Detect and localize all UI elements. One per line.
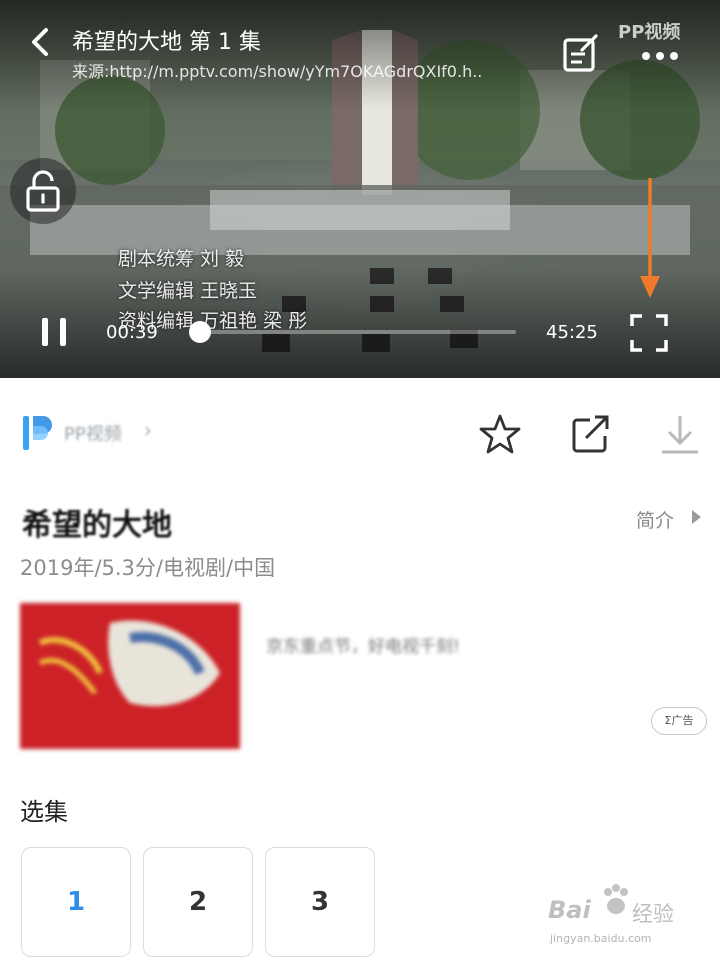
ad-image[interactable] bbox=[20, 603, 240, 749]
total-time: 45:25 bbox=[546, 322, 598, 343]
channel-link[interactable]: PP视频 › bbox=[20, 410, 170, 454]
episode-2-button[interactable]: 2 bbox=[143, 847, 253, 957]
episodes-heading: 选集 bbox=[20, 798, 68, 826]
show-meta: 2019年/5.3分/电视剧/中国 bbox=[20, 556, 276, 580]
pp-logo-icon bbox=[23, 416, 52, 450]
intro-link[interactable]: 简介 bbox=[636, 506, 674, 533]
download-icon[interactable] bbox=[658, 412, 702, 456]
credit-line: 文学编辑 王晓玉 bbox=[118, 280, 258, 302]
lock-icon bbox=[26, 170, 60, 212]
video-title: 希望的大地 第 1 集 bbox=[72, 30, 261, 55]
ad-badge[interactable]: Σ广告 bbox=[651, 707, 707, 735]
baidu-jingyan-watermark: Bai 经验 jingyan.baidu.com bbox=[548, 880, 708, 950]
channel-name: PP视频 bbox=[64, 424, 122, 445]
video-player[interactable]: 剧本统筹 刘 毅 文学编辑 王晓玉 资料编辑 万祖艳 梁 彤 希望的大地 第 1… bbox=[0, 0, 720, 378]
share-icon[interactable] bbox=[568, 412, 612, 456]
baidu-brand: Bai bbox=[548, 896, 591, 924]
current-time: 00:39 bbox=[106, 322, 158, 343]
ad-text[interactable]: 京东重点节，好电视千刻! bbox=[266, 632, 460, 657]
fullscreen-icon[interactable] bbox=[628, 312, 670, 354]
show-title: 希望的大地 bbox=[22, 508, 172, 543]
seek-bar[interactable] bbox=[189, 321, 516, 343]
note-edit-icon[interactable] bbox=[558, 32, 602, 76]
episode-1-button[interactable]: 1 bbox=[21, 847, 131, 957]
back-icon[interactable] bbox=[22, 22, 62, 62]
favorite-star-icon[interactable] bbox=[478, 412, 522, 456]
chevron-right-icon: › bbox=[144, 418, 152, 442]
pause-icon[interactable] bbox=[36, 312, 72, 352]
baidu-url: jingyan.baidu.com bbox=[550, 932, 652, 945]
triangle-right-icon[interactable] bbox=[690, 508, 702, 526]
screen-lock-button[interactable] bbox=[10, 158, 76, 224]
paw-icon bbox=[604, 884, 628, 914]
credit-line: 剧本统筹 刘 毅 bbox=[118, 248, 245, 270]
more-icon[interactable] bbox=[638, 40, 682, 70]
episode-3-button[interactable]: 3 bbox=[265, 847, 375, 957]
orange-arrow-annotation bbox=[640, 178, 660, 298]
ad-artwork bbox=[20, 603, 240, 749]
baidu-jingyan-label: 经验 bbox=[632, 902, 674, 926]
video-source-url: 来源:http://m.pptv.com/show/yYm7OKAGdrQXIf… bbox=[72, 62, 483, 81]
